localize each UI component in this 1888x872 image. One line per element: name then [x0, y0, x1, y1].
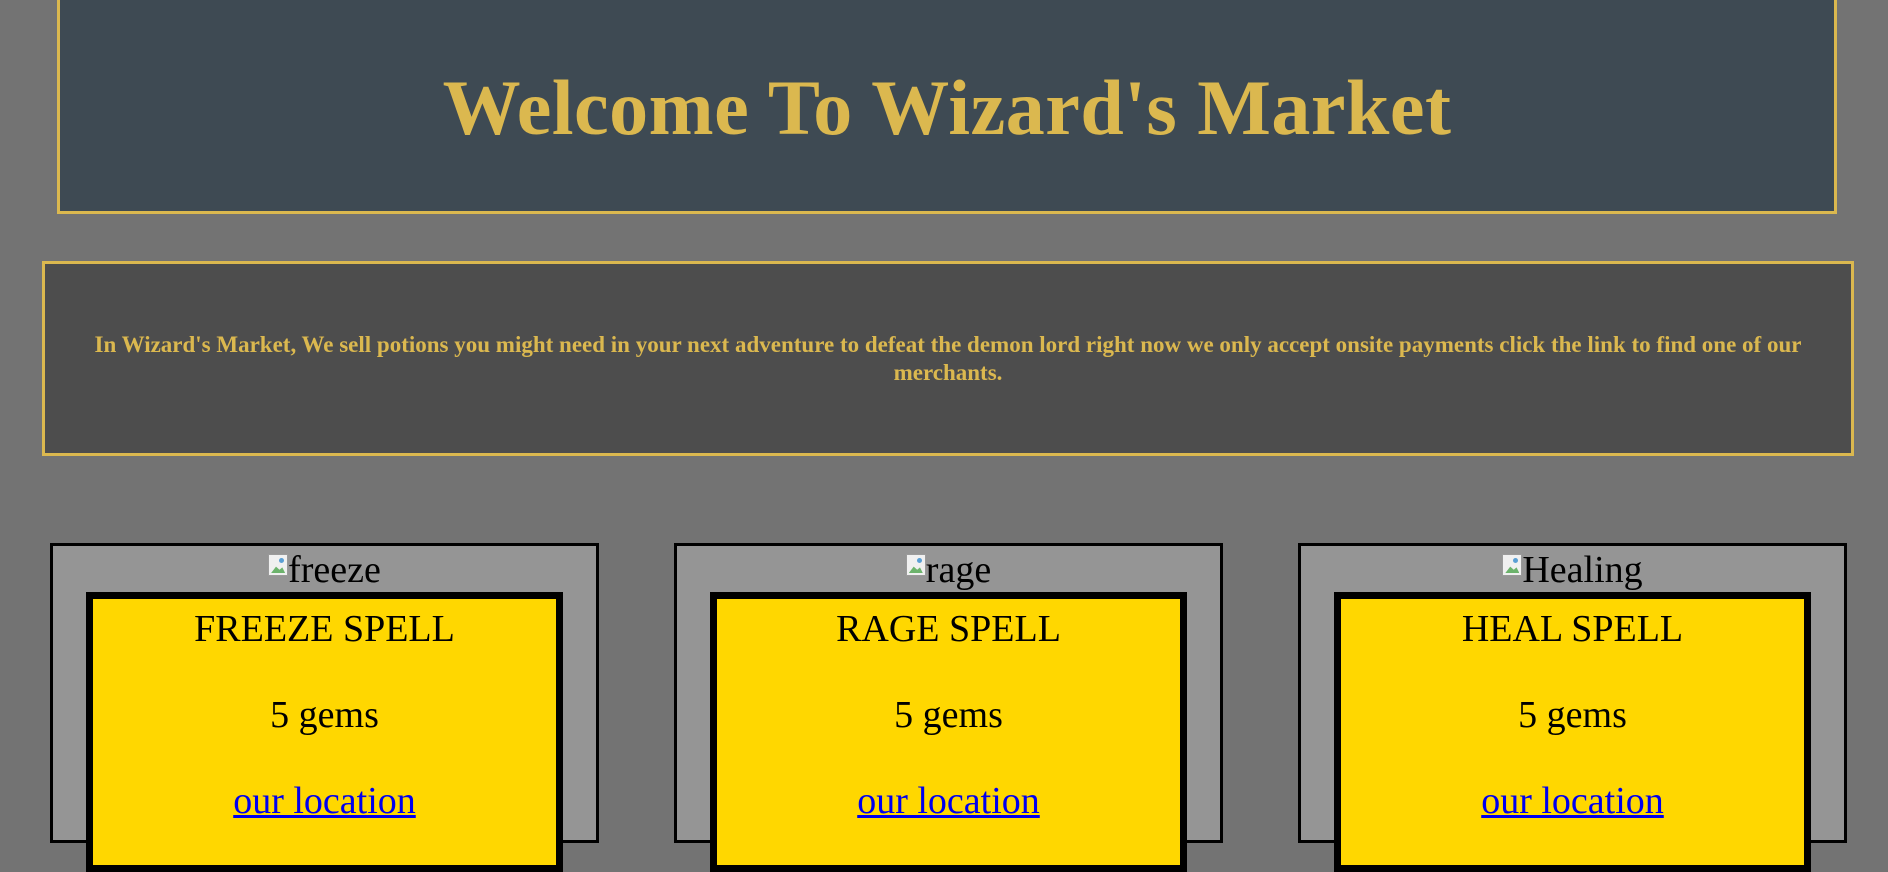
product-info: HEAL SPELL 5 gems our location — [1334, 592, 1811, 872]
image-alt-text: rage — [925, 549, 992, 591]
product-title: FREEZE SPELL — [194, 608, 455, 650]
product-title: HEAL SPELL — [1461, 608, 1684, 650]
location-link[interactable]: our location — [1481, 779, 1664, 823]
location-link[interactable]: our location — [233, 779, 416, 823]
product-price: 5 gems — [270, 694, 379, 736]
product-title: RAGE SPELL — [836, 608, 1061, 650]
product-image: rage — [677, 548, 1220, 592]
product-image: Healing — [1301, 548, 1844, 592]
broken-image-icon — [1502, 554, 1523, 576]
product-info: RAGE SPELL 5 gems our location — [710, 592, 1187, 872]
product-image: freeze — [53, 548, 596, 592]
broken-image-icon — [905, 554, 926, 576]
product-card-freeze: freeze FREEZE SPELL 5 gems our location — [50, 543, 599, 872]
location-link[interactable]: our location — [857, 779, 1040, 823]
product-price: 5 gems — [1518, 694, 1627, 736]
page-title: Welcome To Wizard's Market — [442, 64, 1452, 151]
product-card-rage: rage RAGE SPELL 5 gems our location — [674, 543, 1223, 872]
intro-text: In Wizard's Market, We sell potions you … — [94, 331, 1802, 385]
page-header: Welcome To Wizard's Market — [57, 0, 1837, 214]
image-alt-text: freeze — [288, 549, 381, 591]
product-price: 5 gems — [894, 694, 1003, 736]
image-alt-text: Healing — [1522, 549, 1643, 591]
product-card-heal: Healing HEAL SPELL 5 gems our location — [1298, 543, 1847, 872]
product-info: FREEZE SPELL 5 gems our location — [86, 592, 563, 872]
broken-image-icon — [268, 554, 289, 576]
intro-box: In Wizard's Market, We sell potions you … — [42, 261, 1854, 456]
